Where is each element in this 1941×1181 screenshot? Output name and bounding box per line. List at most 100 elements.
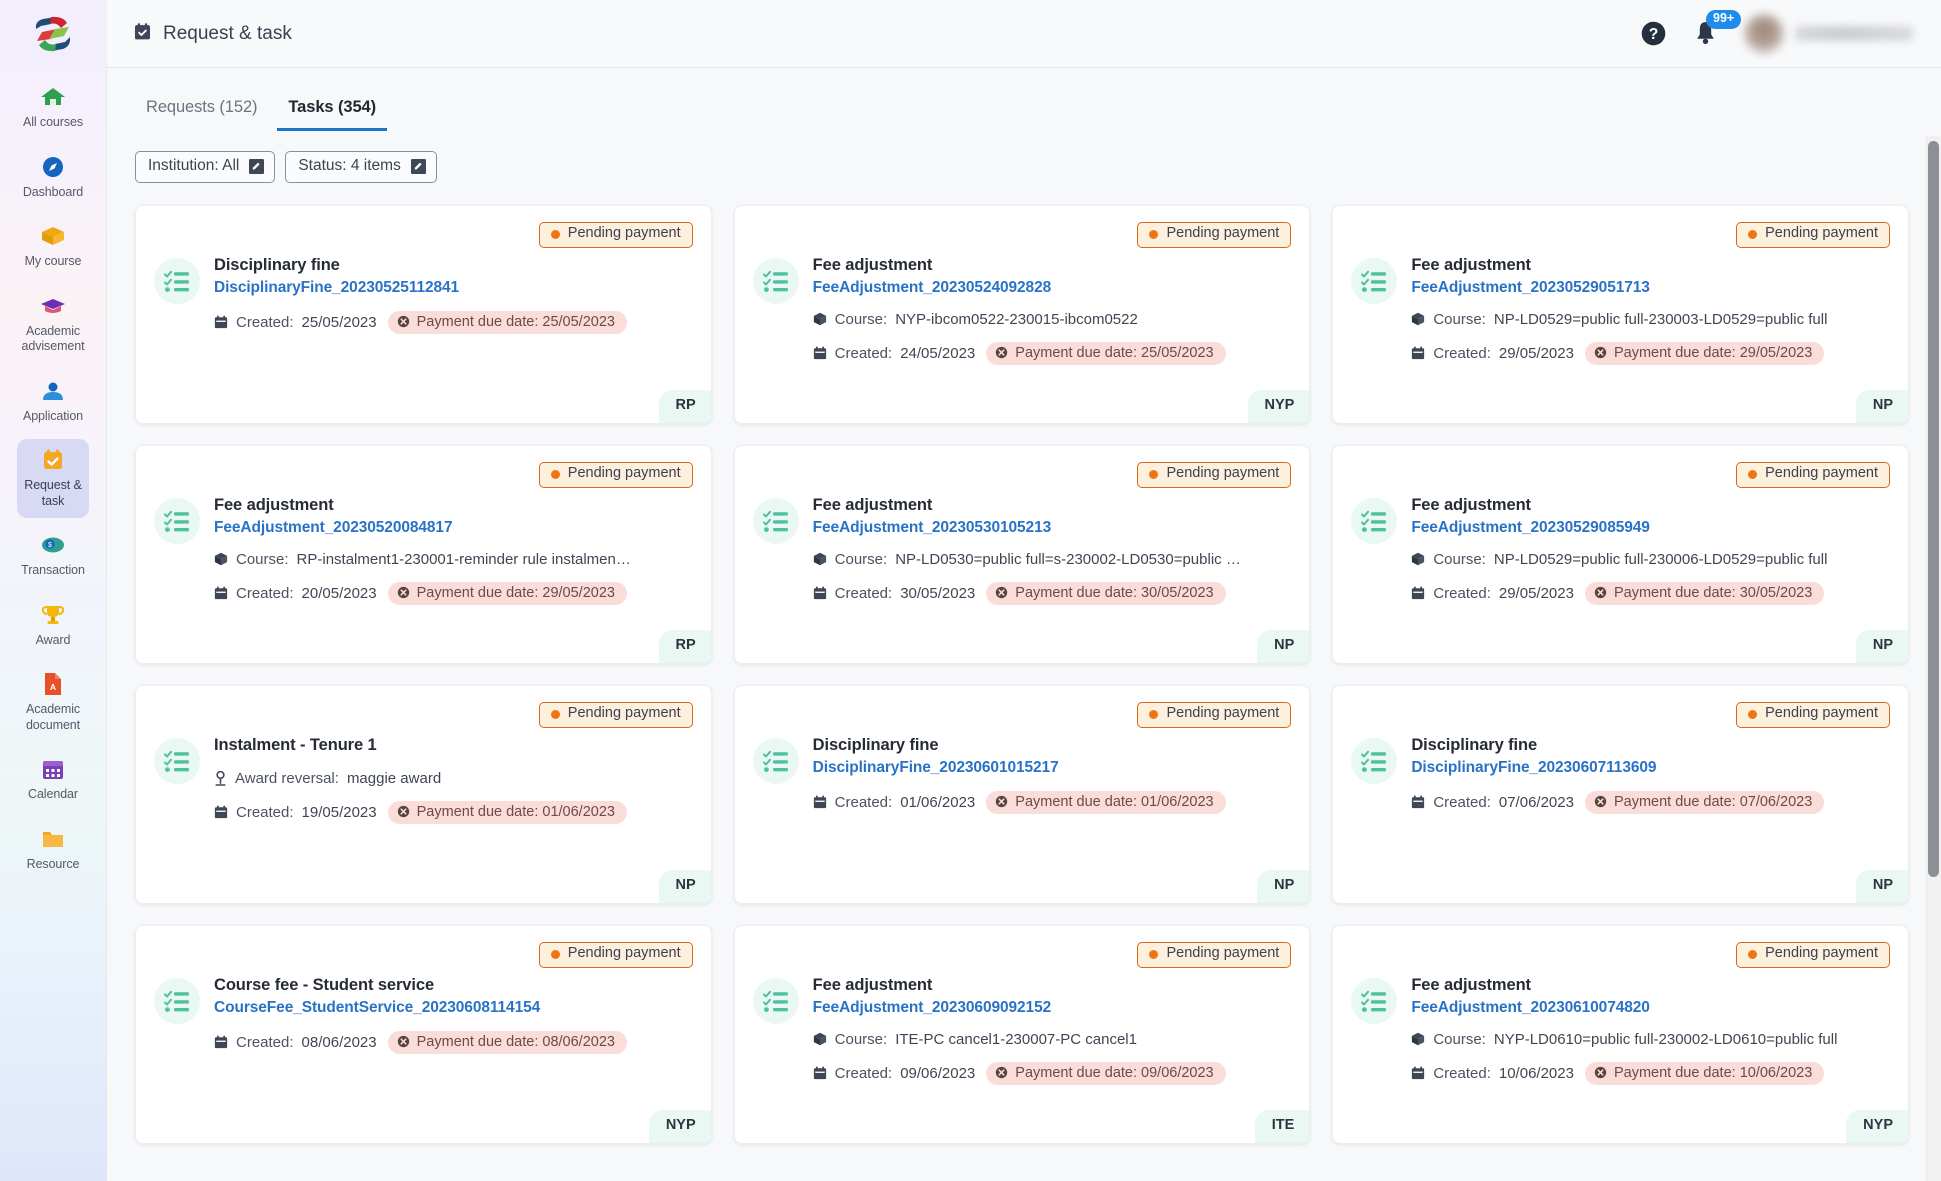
sidebar-item-label: Calendar <box>28 787 78 801</box>
clock-alert-icon <box>397 586 410 599</box>
sidebar-item-label: My course <box>24 254 82 268</box>
card-reference-link[interactable]: FeeAdjustment_20230530105213 <box>813 519 1292 537</box>
task-card[interactable]: Pending payment Fee adjustment FeeAdjustme… <box>733 204 1311 424</box>
task-card[interactable]: Pending payment Fee adjustment FeeAdjustme… <box>1332 924 1909 1144</box>
checklist-icon <box>1351 977 1398 1024</box>
tab-requests[interactable]: Requests (152) <box>135 94 268 131</box>
filter-institution[interactable]: Institution: All <box>135 151 276 183</box>
status-badge: Pending payment <box>538 941 693 968</box>
sidebar-item-application[interactable]: Application <box>17 370 89 434</box>
sidebar-item-all-courses[interactable]: All courses <box>17 76 89 140</box>
scrollbar[interactable] <box>1926 136 1941 1181</box>
created-value: 10/06/2023 <box>1498 1064 1574 1082</box>
task-card[interactable]: Pending payment Fee adjustment FeeAdjustme… <box>733 924 1311 1144</box>
card-reference-link[interactable]: DisciplinaryFine_20230525112841 <box>214 279 693 297</box>
card-course-meta: Course: NP-LD0530=public full=s-230002-LD… <box>813 551 1292 568</box>
cube-icon <box>1411 552 1425 566</box>
card-reference-link[interactable]: CourseFee_StudentService_20230608114154 <box>214 999 693 1017</box>
scrollbar-thumb[interactable] <box>1928 141 1939 877</box>
card-created: Created: 25/05/2023 <box>214 314 377 331</box>
created-label: Created: <box>236 1033 294 1051</box>
card-text: Disciplinary fine DisciplinaryFine_202306… <box>1411 734 1890 814</box>
card-title: Fee adjustment <box>214 495 334 514</box>
card-created: Created: 29/05/2023 <box>1411 585 1574 602</box>
created-value: 24/05/2023 <box>900 344 976 362</box>
pencil-edit-icon <box>249 158 265 174</box>
card-reference-link[interactable]: FeeAdjustment_20230610074820 <box>1411 999 1890 1017</box>
task-card[interactable]: Pending payment Course fee - Student serv… <box>135 924 712 1144</box>
card-created: Created: 10/06/2023 <box>1411 1065 1574 1082</box>
avatar[interactable] <box>1744 13 1913 54</box>
payment-due-badge: Payment due date: 10/06/2023 <box>1584 1061 1825 1085</box>
payment-due-badge: Payment due date: 01/06/2023 <box>986 790 1226 814</box>
sidebar-item-transaction[interactable]: $ Transaction <box>17 524 89 588</box>
task-card[interactable]: Pending payment Fee adjustment FeeAdjustme… <box>1332 204 1909 424</box>
status-badge: Pending payment <box>1736 461 1890 488</box>
card-text: Disciplinary fine DisciplinaryFine_202306… <box>813 734 1292 814</box>
task-card[interactable]: Pending payment Instalment - Tenure 1 Awar… <box>135 684 712 904</box>
payment-due-badge: Payment due date: 25/05/2023 <box>986 341 1226 365</box>
page-title: Request & task <box>133 22 292 46</box>
filter-status-label: Status: 4 items <box>298 157 401 174</box>
help-circle-icon[interactable]: ? <box>1640 20 1667 47</box>
clock-alert-icon <box>397 805 410 818</box>
card-created: Created: 19/05/2023 <box>214 804 377 821</box>
card-title: Fee adjustment <box>1411 255 1531 274</box>
trophy-icon <box>39 602 67 628</box>
task-card[interactable]: Pending payment Fee adjustment FeeAdjustme… <box>1332 444 1909 664</box>
app-logo[interactable] <box>0 0 107 68</box>
tab-tasks[interactable]: Tasks (354) <box>277 94 387 131</box>
card-reference-link[interactable]: DisciplinaryFine_20230607113609 <box>1411 759 1890 777</box>
created-value: 19/05/2023 <box>301 803 377 821</box>
card-course-meta: Course: ITE-PC cancel1-230007-PC cancel1 <box>813 1031 1292 1048</box>
card-status-row: Pending payment <box>1351 941 1890 968</box>
payment-due-label: Payment due date: 25/05/2023 <box>416 313 615 330</box>
card-reference-link[interactable]: DisciplinaryFine_20230601015217 <box>813 759 1292 777</box>
card-text: Fee adjustment FeeAdjustment_202305290517… <box>1411 254 1890 365</box>
sidebar-item-my-course[interactable]: My course <box>17 215 89 279</box>
institution-badge: RP <box>658 630 711 663</box>
status-badge: Pending payment <box>1137 701 1292 728</box>
card-reference-link[interactable]: FeeAdjustment_20230529085949 <box>1411 519 1890 537</box>
pencil-edit-icon <box>410 158 426 174</box>
sidebar-item-academic-advisement[interactable]: Academic advisement <box>17 285 89 364</box>
cube-icon <box>813 552 827 566</box>
payment-due-badge: Payment due date: 08/06/2023 <box>387 1030 627 1054</box>
card-reference-link[interactable]: FeeAdjustment_20230609092152 <box>813 999 1292 1017</box>
payment-due-label: Payment due date: 30/05/2023 <box>1015 584 1214 601</box>
card-title: Fee adjustment <box>812 975 933 994</box>
sidebar-item-award[interactable]: Award <box>17 594 89 658</box>
content-inner: Requests (152) Tasks (354) Institution: … <box>107 68 1941 1174</box>
card-dates-row: Created: 25/05/2023 Payment due date: 25/0… <box>214 310 693 334</box>
calendar-small-icon <box>813 1066 827 1080</box>
calendar-small-icon <box>1411 586 1425 600</box>
task-card[interactable]: Pending payment Disciplinary fine Discipli… <box>1332 684 1909 904</box>
task-card[interactable]: Pending payment Fee adjustment FeeAdjustme… <box>733 444 1311 664</box>
calendar-small-icon <box>813 795 827 809</box>
checklist-icon <box>752 257 799 304</box>
sidebar-item-calendar[interactable]: Calendar <box>17 748 89 812</box>
calendar-small-icon <box>1411 795 1425 809</box>
created-label: Created: <box>236 584 294 602</box>
card-reference-link[interactable]: FeeAdjustment_20230520084817 <box>214 519 693 537</box>
status-badge-label: Pending payment <box>567 465 681 482</box>
card-status-row: Pending payment <box>1351 221 1890 248</box>
status-dot-icon <box>1748 469 1758 479</box>
notifications-button[interactable]: 99+ <box>1693 10 1742 47</box>
task-card[interactable]: Pending payment Fee adjustment FeeAdjustme… <box>135 444 712 664</box>
cube-icon <box>1411 1032 1425 1046</box>
calendar-icon <box>39 756 67 782</box>
card-created: Created: 20/05/2023 <box>214 585 377 602</box>
sidebar-item-request-task[interactable]: Request & task <box>17 439 89 518</box>
filter-status[interactable]: Status: 4 items <box>285 151 437 183</box>
task-card[interactable]: Pending payment Disciplinary fine Discipli… <box>733 684 1311 904</box>
task-card[interactable]: Pending payment Disciplinary fine Discipli… <box>135 204 712 424</box>
status-badge-label: Pending payment <box>1166 705 1280 722</box>
sidebar-item-academic-document[interactable]: A Academic document <box>17 663 89 742</box>
card-status-row: Pending payment <box>154 461 693 488</box>
card-reference-link[interactable]: FeeAdjustment_20230524092828 <box>813 279 1292 297</box>
card-text: Course fee - Student service CourseFee_St… <box>214 974 693 1054</box>
sidebar-item-resource[interactable]: Resource <box>17 818 89 882</box>
sidebar-item-dashboard[interactable]: Dashboard <box>17 146 89 210</box>
card-reference-link[interactable]: FeeAdjustment_20230529051713 <box>1411 279 1890 297</box>
